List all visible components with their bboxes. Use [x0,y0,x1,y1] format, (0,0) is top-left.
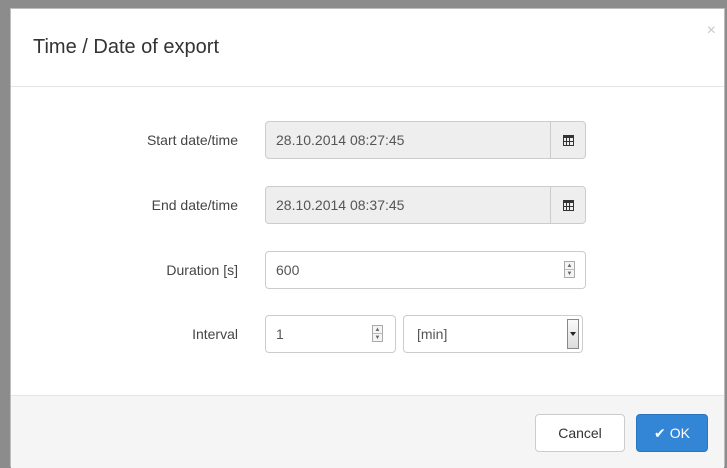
duration-input[interactable]: 600 ▲ ▼ [265,251,586,289]
duration-label: Duration [s] [166,262,238,278]
end-datetime-row: End date/time 28.10.2014 08:37:45 [11,186,724,226]
duration-value: 600 [276,262,300,278]
dialog-header: Time / Date of export × [11,9,724,87]
start-datetime-label: Start date/time [146,132,238,148]
interval-spinner[interactable]: ▲ ▼ [372,325,383,342]
end-datetime-field[interactable]: 28.10.2014 08:37:45 [265,186,586,224]
spinner-up-icon[interactable]: ▲ [565,262,574,270]
dialog-body: Start date/time 28.10.2014 08:27:45 End … [11,87,724,394]
end-datetime-label: End date/time [151,197,238,213]
interval-unit-select[interactable]: [min] [403,315,583,353]
duration-row: Duration [s] 600 ▲ ▼ [11,251,724,291]
start-datetime-value: 28.10.2014 08:27:45 [276,132,405,148]
duration-spinner[interactable]: ▲ ▼ [564,261,575,278]
dialog-title: Time / Date of export [33,36,219,58]
spinner-up-icon[interactable]: ▲ [373,326,382,334]
end-datetime-value: 28.10.2014 08:37:45 [276,197,405,213]
check-icon: ✔ [654,424,666,441]
export-dialog: Time / Date of export × Start date/time … [10,8,725,468]
interval-unit-value: [min] [417,326,448,342]
dialog-footer: Cancel ✔ OK [11,395,724,468]
ok-button[interactable]: ✔ OK [636,414,708,452]
start-datetime-field[interactable]: 28.10.2014 08:27:45 [265,121,586,159]
dropdown-arrow-icon[interactable] [567,319,579,349]
calendar-icon [562,199,574,211]
close-icon[interactable]: × [707,23,716,39]
cancel-button[interactable]: Cancel [535,414,625,452]
ok-label: OK [669,425,690,441]
start-calendar-button[interactable] [550,122,585,158]
end-calendar-button[interactable] [550,187,585,223]
spinner-down-icon[interactable]: ▼ [373,334,382,341]
interval-label: Interval [192,326,238,342]
interval-row: Interval 1 ▲ ▼ [min] [11,315,724,355]
start-datetime-row: Start date/time 28.10.2014 08:27:45 [11,121,724,161]
cancel-label: Cancel [558,425,602,441]
calendar-icon [562,134,574,146]
spinner-down-icon[interactable]: ▼ [565,270,574,277]
interval-value: 1 [276,326,284,342]
interval-input[interactable]: 1 ▲ ▼ [265,315,396,353]
